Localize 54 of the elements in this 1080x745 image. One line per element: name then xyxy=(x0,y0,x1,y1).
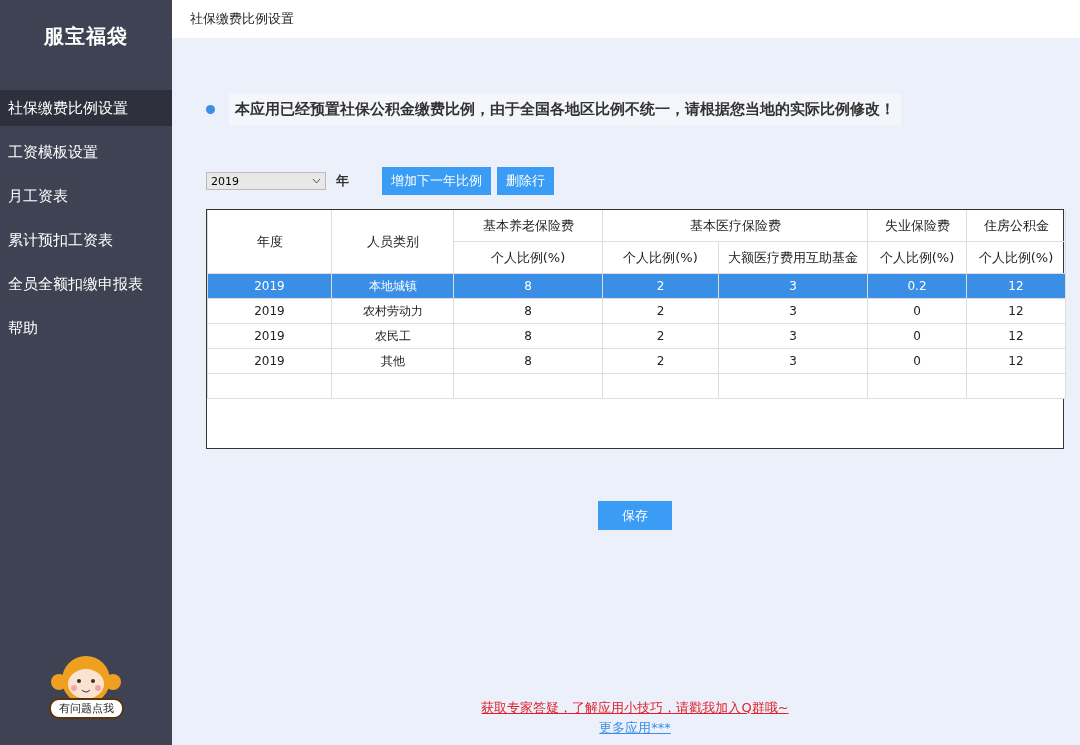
column-header: 个人比例(%) xyxy=(602,241,719,274)
table-cell: 2 xyxy=(602,273,719,299)
chevron-down-icon xyxy=(312,178,321,184)
table-cell: 农村劳动力 xyxy=(331,298,454,324)
table-cell: 8 xyxy=(453,298,603,324)
table-cell: 3 xyxy=(718,348,868,374)
column-header: 个人比例(%) xyxy=(867,241,967,274)
year-label: 年 xyxy=(336,172,349,190)
table-cell: 12 xyxy=(966,298,1066,324)
table-cell: 2019 xyxy=(207,348,332,374)
table-cell: 0.2 xyxy=(867,273,967,299)
column-header: 大额医疗费用互助基金 xyxy=(718,241,868,274)
table-cell: 2019 xyxy=(207,298,332,324)
table-cell: 0 xyxy=(867,323,967,349)
sidebar-item[interactable]: 月工资表 xyxy=(0,178,172,214)
column-header: 人员类别 xyxy=(331,210,454,274)
bullet-icon xyxy=(206,105,215,114)
table-cell: 12 xyxy=(966,323,1066,349)
year-select[interactable]: 2019 xyxy=(206,172,326,190)
table-cell: 2019 xyxy=(207,323,332,349)
column-header: 住房公积金 xyxy=(966,210,1066,242)
table-cell: 8 xyxy=(453,323,603,349)
table-cell: 3 xyxy=(718,298,868,324)
column-header: 个人比例(%) xyxy=(453,241,603,274)
table-cell: 3 xyxy=(718,273,868,299)
table-cell: 2 xyxy=(602,348,719,374)
table-cell: 2019 xyxy=(207,273,332,299)
column-header: 个人比例(%) xyxy=(966,241,1066,274)
app-logo: 服宝福袋 xyxy=(42,22,129,50)
table-cell: 2 xyxy=(602,323,719,349)
page-title: 社保缴费比例设置 xyxy=(172,0,1080,38)
sidebar-item[interactable]: 社保缴费比例设置 xyxy=(0,90,172,126)
sidebar-item[interactable]: 帮助 xyxy=(0,310,172,346)
table-cell: 0 xyxy=(867,298,967,324)
column-header: 年度 xyxy=(207,210,332,274)
column-header: 失业保险费 xyxy=(867,210,967,242)
table-cell: 其他 xyxy=(331,348,454,374)
table-cell: 2 xyxy=(602,298,719,324)
table-cell: 12 xyxy=(966,348,1066,374)
sidebar-item[interactable]: 累计预扣工资表 xyxy=(0,222,172,258)
table-cell: 农民工 xyxy=(331,323,454,349)
help-button[interactable]: 有问题点我 xyxy=(48,698,124,719)
notice-text: 本应用已经预置社保公积金缴费比例，由于全国各地区比例不统一，请根据您当地的实际比例修改！ xyxy=(229,94,901,125)
sidebar-item[interactable]: 全员全额扣缴申报表 xyxy=(0,266,172,302)
table-cell: 0 xyxy=(867,348,967,374)
column-header: 基本医疗保险费 xyxy=(602,210,868,242)
table-cell: 8 xyxy=(453,348,603,374)
column-header: 基本养老保险费 xyxy=(453,210,603,242)
table-cell: 本地城镇 xyxy=(331,273,454,299)
table-cell: 8 xyxy=(453,273,603,299)
table-cell: 3 xyxy=(718,323,868,349)
sidebar-item[interactable]: 工资模板设置 xyxy=(0,134,172,170)
table-cell: 12 xyxy=(966,273,1066,299)
footer-link[interactable]: 获取专家答疑，了解应用小技巧，请戳我加入Q群哦~ xyxy=(481,699,789,717)
